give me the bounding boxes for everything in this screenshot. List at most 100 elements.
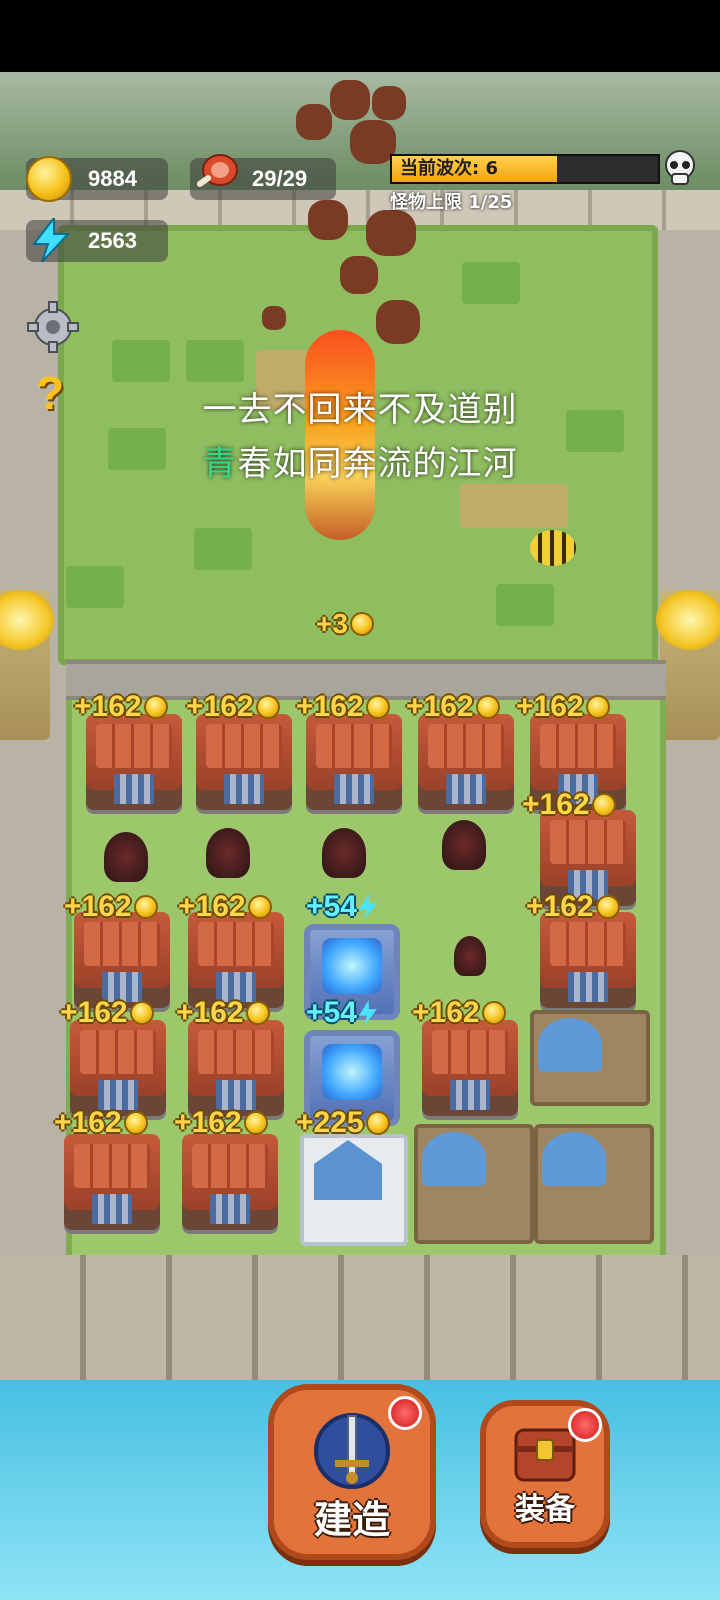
- coin-icon: [245, 1001, 270, 1025]
- gold-orb: [656, 590, 720, 650]
- gold-pillar-right: [656, 590, 720, 740]
- wheat-farm[interactable]: [530, 1010, 650, 1106]
- meteor-rock: [308, 200, 348, 240]
- lightning-icon: [358, 894, 377, 920]
- gold-gain-label: +162: [406, 690, 500, 724]
- meteor-rock: [340, 256, 378, 294]
- gear-icon[interactable]: [26, 300, 80, 354]
- notification-badge: [388, 1396, 422, 1430]
- arrow-tower[interactable]: [74, 912, 170, 1008]
- build-label: 建造: [313, 1498, 390, 1542]
- gain-value: +162: [526, 890, 594, 923]
- game-scene: 9884 29/29 2563 当前波次: 6 怪物上限 1/25 ? 一去不回…: [0, 0, 720, 1600]
- arrow-tower[interactable]: [182, 1134, 278, 1230]
- food-value: 29/29: [252, 166, 308, 191]
- meteor-rock: [376, 300, 420, 344]
- gain-value: +162: [174, 1106, 242, 1139]
- monster-limit: 怪物上限 1/25: [390, 192, 513, 213]
- lyric-line-2: 青春如同奔流的江河: [0, 436, 720, 485]
- gold-gain-label: +162: [64, 890, 158, 924]
- soldier-unit: [454, 936, 486, 976]
- gain-value: +162: [186, 690, 254, 723]
- arrow-tower[interactable]: [306, 714, 402, 810]
- coin-icon: [595, 895, 620, 919]
- gain-value: +162: [54, 1106, 122, 1139]
- gain-value: +162: [176, 996, 244, 1029]
- grass-patch: [186, 340, 244, 382]
- coin-icon: [243, 1111, 268, 1135]
- grass-patch: [462, 262, 520, 304]
- bottom-wall: [0, 1255, 720, 1395]
- wave-progress-bar: 当前波次: 6: [390, 154, 660, 184]
- arrow-tower[interactable]: [64, 1134, 160, 1230]
- wheat-farm[interactable]: [534, 1124, 654, 1244]
- arrow-tower[interactable]: [418, 714, 514, 810]
- dirt-patch: [460, 484, 568, 528]
- coin-icon: [26, 156, 72, 202]
- energy-gain-label: +54: [306, 890, 377, 924]
- gold-pillar-left: [0, 590, 54, 740]
- coin-icon: [365, 695, 390, 719]
- gold-gain-label: +162: [296, 690, 390, 724]
- arrow-tower[interactable]: [422, 1020, 518, 1116]
- meteor-fire: [305, 330, 375, 540]
- wheat-farm[interactable]: [414, 1124, 534, 1244]
- soldier-unit: [442, 820, 486, 870]
- main-castle[interactable]: [300, 1134, 408, 1246]
- grass-patch: [194, 528, 252, 570]
- gold-orb: [0, 590, 54, 650]
- gold-gain-label: +162: [178, 890, 272, 924]
- wave-label: 当前波次: 6: [400, 158, 498, 179]
- arrow-tower[interactable]: [188, 912, 284, 1008]
- arrow-tower[interactable]: [188, 1020, 284, 1116]
- coin-drop-label: +3: [316, 608, 374, 640]
- grass-patch: [112, 340, 170, 382]
- soldier-unit: [322, 828, 366, 878]
- notification-badge: [568, 1408, 602, 1442]
- gold-gain-label: +162: [186, 690, 280, 724]
- gold-gain-label: +162: [174, 1106, 268, 1140]
- coin-icon: [591, 793, 616, 817]
- grass-patch: [496, 584, 554, 626]
- sword-icon: [314, 1413, 390, 1489]
- soldier-unit: [104, 832, 148, 882]
- gain-value: +162: [412, 996, 480, 1029]
- castle-gain-label: +225: [296, 1106, 390, 1140]
- gain-value: +54: [306, 996, 357, 1029]
- lightning-icon: [32, 218, 70, 262]
- meteor-rock: [372, 86, 406, 120]
- coin-icon: [585, 695, 610, 719]
- coin-icon: [133, 895, 158, 919]
- gold-gain-label: +162: [412, 996, 506, 1030]
- gain-value: +162: [522, 788, 590, 821]
- coin-icon: [247, 895, 272, 919]
- meat-icon: [196, 154, 238, 187]
- gold-gain-label: +162: [176, 996, 270, 1030]
- soldier-unit: [206, 828, 250, 878]
- energy-gain-label: +54: [306, 996, 377, 1030]
- arrow-tower[interactable]: [196, 714, 292, 810]
- lightning-icon: [358, 1000, 377, 1026]
- meteor-rock: [262, 306, 286, 330]
- status-bar: [0, 0, 720, 72]
- gain-value: +162: [74, 690, 142, 723]
- coin-icon: [475, 695, 500, 719]
- bee-enemy: [530, 530, 576, 566]
- arrow-tower[interactable]: [540, 912, 636, 1008]
- arrow-tower[interactable]: [70, 1020, 166, 1116]
- gold-value: 9884: [88, 166, 137, 191]
- arrow-tower[interactable]: [86, 714, 182, 810]
- gain-value: +162: [64, 890, 132, 923]
- grass-patch: [66, 566, 124, 608]
- coin-icon: [129, 1001, 154, 1025]
- equip-label: 装备: [515, 1492, 575, 1527]
- meteor-rock: [330, 80, 370, 120]
- lyric-highlight: 青: [202, 444, 238, 484]
- meteor-rock: [366, 210, 416, 256]
- gold-gain-label: +162: [60, 996, 154, 1030]
- lyric-line-1: 一去不回来不及道别: [202, 390, 518, 430]
- gold-gain-label: +162: [526, 890, 620, 924]
- coin-icon: [123, 1111, 148, 1135]
- gold-gain-label: +162: [516, 690, 610, 724]
- meteor-rock: [296, 104, 332, 140]
